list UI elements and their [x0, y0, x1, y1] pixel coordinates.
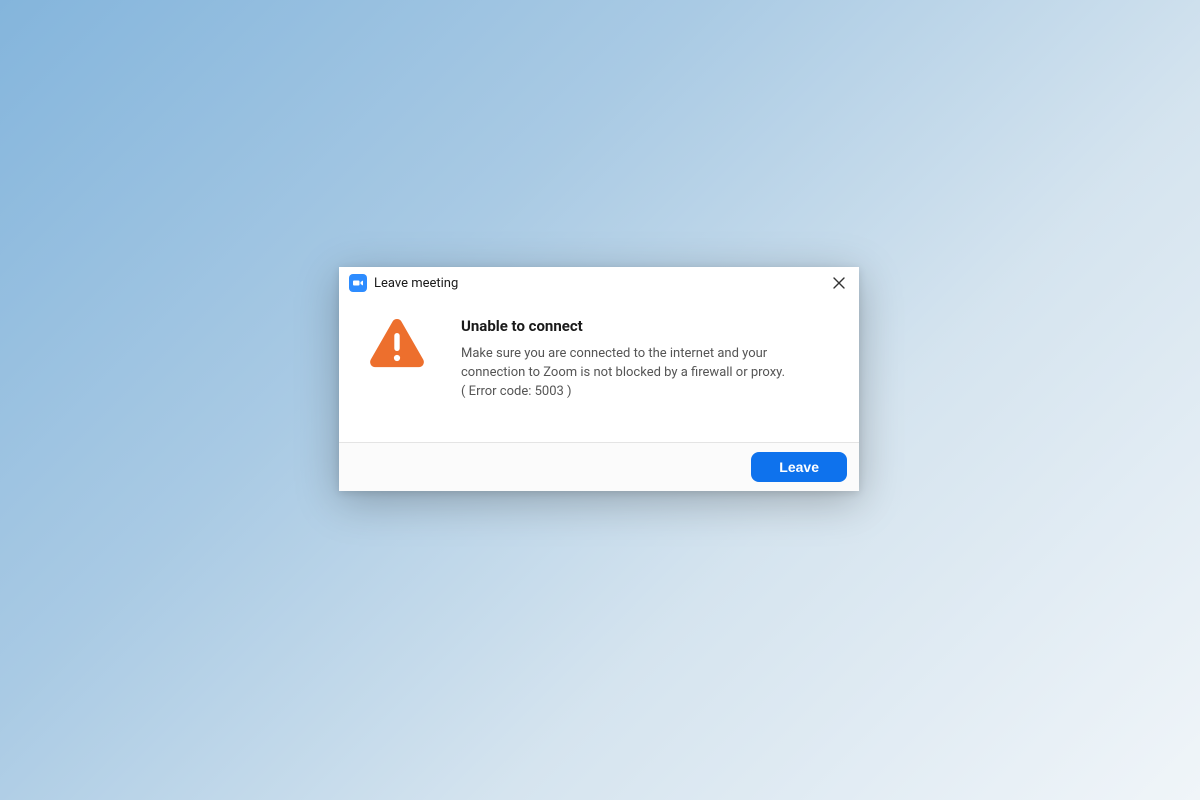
dialog-titlebar: Leave meeting: [339, 267, 859, 297]
dialog-title: Leave meeting: [374, 276, 829, 291]
dialog-message: Unable to connect Make sure you are conn…: [461, 315, 831, 402]
error-heading: Unable to connect: [461, 317, 831, 335]
error-body: Make sure you are connected to the inter…: [461, 345, 831, 383]
leave-button[interactable]: Leave: [751, 452, 847, 482]
zoom-app-icon: [349, 274, 367, 292]
close-icon: [833, 277, 845, 289]
dialog-footer: Leave: [339, 442, 859, 491]
dialog-content: Unable to connect Make sure you are conn…: [339, 297, 859, 442]
warning-icon: [369, 315, 429, 402]
error-code: ( Error code: 5003 ): [461, 383, 831, 402]
close-button[interactable]: [829, 273, 849, 293]
leave-meeting-dialog: Leave meeting Unable to connect Make sur…: [339, 267, 859, 491]
